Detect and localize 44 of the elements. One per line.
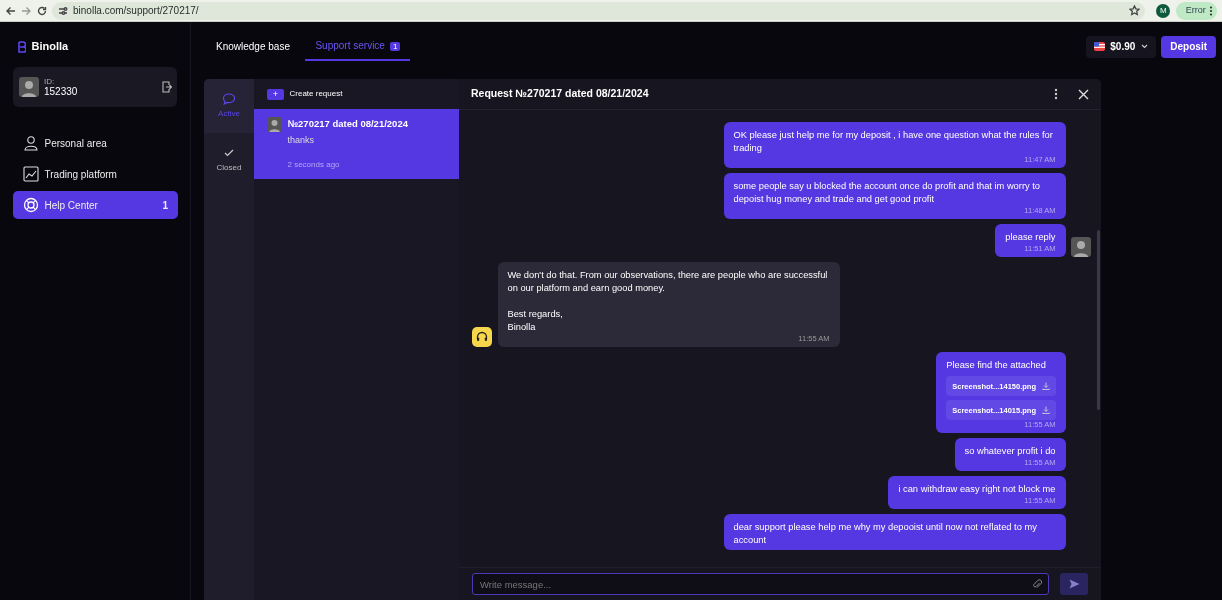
person-icon (23, 135, 39, 151)
filter-tab[interactable]: Closed (204, 133, 254, 187)
request-item[interactable]: №270217 dated 08/21/2024 thanks 2 seconds ago (254, 109, 459, 179)
tab[interactable]: Knowledge base (206, 32, 300, 61)
back-icon[interactable] (5, 5, 16, 16)
balance-dropdown[interactable]: $0.90 (1085, 35, 1156, 58)
chat-icon (222, 91, 236, 106)
send-button[interactable] (1060, 573, 1088, 595)
count-badge: 1 (389, 42, 401, 51)
logo-icon (18, 40, 26, 53)
kebab-icon (1208, 5, 1213, 16)
chart-icon (23, 166, 39, 182)
sidebar-item[interactable]: Help Center 1 (13, 191, 178, 219)
message-bubble: dear support please help me why my depooist until now not reflated to my account (723, 514, 1066, 550)
id-label: ID: (44, 77, 56, 86)
close-icon[interactable] (1078, 88, 1089, 100)
logo-text: Binolla (31, 39, 69, 55)
message-field[interactable]: Write message... (472, 573, 1049, 595)
scrollbar[interactable] (1097, 230, 1100, 410)
flag-icon (1093, 42, 1105, 51)
download-icon (1041, 406, 1050, 414)
chat-title: Request №270217 dated 08/21/2024 (471, 86, 650, 102)
deposit-button[interactable]: Deposit (1161, 35, 1216, 58)
user-avatar (267, 117, 282, 132)
user-id: 152330 (44, 85, 79, 97)
error-button[interactable]: Error (1175, 1, 1217, 20)
attach-icon[interactable] (1032, 578, 1042, 590)
lifebuoy-icon (23, 197, 39, 213)
star-icon[interactable] (1128, 5, 1140, 16)
send-icon (1068, 579, 1080, 589)
create-request-button[interactable]: + Create request (254, 79, 356, 109)
count-label: 1 (162, 198, 168, 213)
kebab-icon[interactable] (1054, 88, 1058, 100)
tab[interactable]: Support service 1 (305, 32, 411, 61)
profile-avatar[interactable]: M (1156, 3, 1171, 18)
sidebar-item[interactable]: Personal area (13, 129, 178, 157)
reload-icon[interactable] (36, 5, 47, 16)
user-avatar (18, 77, 39, 97)
sidebar-item[interactable]: Trading platform (13, 160, 178, 188)
url-text[interactable]: binolla.com/support/270217/ (73, 3, 199, 18)
download-icon (1041, 382, 1050, 390)
caret-icon (1140, 44, 1148, 49)
logout-icon[interactable] (161, 81, 172, 93)
site-settings-icon[interactable] (57, 5, 68, 16)
